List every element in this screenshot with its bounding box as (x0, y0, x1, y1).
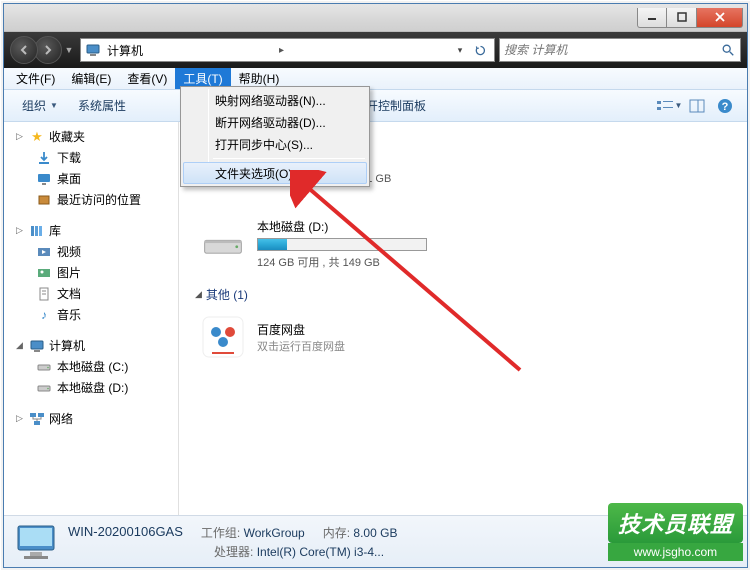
menu-view[interactable]: 查看(V) (119, 68, 175, 89)
menu-folder-options[interactable]: 文件夹选项(O)... (183, 162, 367, 184)
computer-section: ◢ 计算机 本地磁盘 (C:) 本地磁盘 (D:) (4, 335, 178, 398)
sidebar-item-music[interactable]: ♪ 音乐 (4, 304, 178, 325)
group-other-header[interactable]: ◢ 其他 (1) (195, 286, 731, 303)
sidebar-item-disk-c[interactable]: 本地磁盘 (C:) (4, 356, 178, 377)
usage-bar (257, 238, 427, 251)
computer-name: WIN-20200106GAS (68, 524, 183, 541)
other-item-baidu[interactable]: 百度网盘 双击运行百度网盘 (195, 309, 731, 365)
desktop-icon (36, 171, 52, 187)
body-area: ▷ ★ 收藏夹 下载 桌面 最近访问的位置 (4, 122, 747, 515)
tools-dropdown-menu: 映射网络驱动器(N)... 断开网络驱动器(D)... 打开同步中心(S)...… (180, 86, 370, 187)
view-options-button[interactable]: ▼ (655, 94, 683, 118)
back-button[interactable] (10, 36, 38, 64)
navigation-pane: ▷ ★ 收藏夹 下载 桌面 最近访问的位置 (4, 122, 179, 515)
favorites-header[interactable]: ▷ ★ 收藏夹 (4, 126, 178, 147)
drive-info: 本地磁盘 (D:) 124 GB 可用 , 共 149 GB (257, 218, 446, 270)
video-icon (36, 244, 52, 260)
sidebar-item-pictures[interactable]: 图片 (4, 262, 178, 283)
favorites-section: ▷ ★ 收藏夹 下载 桌面 最近访问的位置 (4, 126, 178, 210)
maximize-button[interactable] (667, 8, 697, 28)
expand-icon: ◢ (16, 340, 25, 351)
address-text: 计算机 (101, 42, 274, 59)
library-icon (29, 223, 45, 239)
collapse-icon: ▷ (16, 413, 25, 424)
other-info: 百度网盘 双击运行百度网盘 (257, 321, 345, 354)
recent-icon (36, 192, 52, 208)
forward-button[interactable] (34, 36, 62, 64)
download-icon (36, 150, 52, 166)
music-icon: ♪ (36, 307, 52, 323)
search-icon[interactable] (720, 42, 736, 58)
menu-open-sync-center[interactable]: 打开同步中心(S)... (183, 133, 367, 155)
computer-icon (85, 42, 101, 58)
document-icon (36, 286, 52, 302)
collapse-icon: ▷ (16, 131, 25, 142)
address-bar[interactable]: 计算机 ▸ ▾ (80, 38, 495, 62)
libraries-section: ▷ 库 视频 图片 文档 ♪ 音乐 (4, 220, 178, 325)
star-icon: ★ (29, 129, 45, 145)
sidebar-item-documents[interactable]: 文档 (4, 283, 178, 304)
menu-bar: 文件(F) 编辑(E) 查看(V) 工具(T) 帮助(H) (4, 68, 747, 90)
search-bar[interactable] (499, 38, 741, 62)
details-pane: WIN-20200106GAS 工作组: WorkGroup 内存: 8.00 … (4, 515, 747, 567)
sidebar-item-disk-d[interactable]: 本地磁盘 (D:) (4, 377, 178, 398)
sidebar-item-desktop[interactable]: 桌面 (4, 168, 178, 189)
sidebar-item-downloads[interactable]: 下载 (4, 147, 178, 168)
system-properties-button[interactable]: 系统属性 (68, 93, 136, 118)
menu-disconnect-network-drive[interactable]: 断开网络驱动器(D)... (183, 111, 367, 133)
computer-header[interactable]: ◢ 计算机 (4, 335, 178, 356)
drive-icon (199, 220, 247, 268)
breadcrumb-separator-icon[interactable]: ▸ (274, 42, 290, 58)
close-button[interactable] (697, 8, 743, 28)
expand-icon: ◢ (195, 289, 202, 300)
organize-button[interactable]: 组织▼ (12, 93, 68, 118)
status-info: WIN-20200106GAS 工作组: WorkGroup 内存: 8.00 … (68, 524, 397, 560)
menu-map-network-drive[interactable]: 映射网络驱动器(N)... (183, 89, 367, 111)
network-header[interactable]: ▷ 网络 (4, 408, 178, 429)
preview-pane-button[interactable] (683, 94, 711, 118)
nav-arrow-group: ▼ (10, 36, 76, 64)
sidebar-item-videos[interactable]: 视频 (4, 241, 178, 262)
navigation-bar: ▼ 计算机 ▸ ▾ (4, 32, 747, 68)
drive-d[interactable]: 本地磁盘 (D:) 124 GB 可用 , 共 149 GB (195, 214, 450, 274)
command-bar: 组织▼ 系统属性 卸载或更改程序 映射网络驱动器 打开控制面板 ▼ ? (4, 90, 747, 122)
menu-edit[interactable]: 编辑(E) (63, 68, 119, 89)
explorer-window: ▼ 计算机 ▸ ▾ 文件(F) 编辑(E) 查看(V) 工具(T) 帮助(H) (3, 3, 748, 568)
network-icon (29, 411, 45, 427)
collapse-icon: ▷ (16, 225, 25, 236)
libraries-header[interactable]: ▷ 库 (4, 220, 178, 241)
help-button[interactable]: ? (711, 94, 739, 118)
search-input[interactable] (504, 43, 720, 57)
computer-icon (29, 338, 45, 354)
computer-large-icon (14, 522, 58, 562)
address-dropdown[interactable]: ▾ (450, 40, 470, 60)
disk-icon (36, 359, 52, 375)
history-dropdown[interactable]: ▼ (62, 40, 76, 60)
sidebar-item-recent[interactable]: 最近访问的位置 (4, 189, 178, 210)
menu-file[interactable]: 文件(F) (8, 68, 63, 89)
refresh-button[interactable] (470, 40, 490, 60)
disk-icon (36, 380, 52, 396)
network-section: ▷ 网络 (4, 408, 178, 429)
title-bar (4, 4, 747, 32)
minimize-button[interactable] (637, 8, 667, 28)
window-controls (637, 8, 743, 28)
picture-icon (36, 265, 52, 281)
baidu-netdisk-icon (199, 313, 247, 361)
svg-text:?: ? (722, 101, 729, 113)
menu-separator (213, 158, 365, 159)
